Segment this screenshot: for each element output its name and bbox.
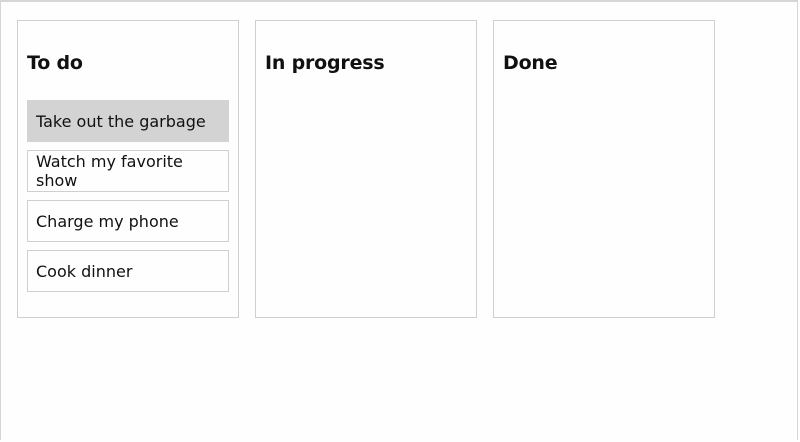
- card-list[interactable]: Take out the garbage Watch my favorite s…: [27, 100, 229, 292]
- column-title: Done: [503, 52, 558, 74]
- column-in-progress[interactable]: In progress: [255, 20, 477, 318]
- column-done[interactable]: Done: [493, 20, 715, 318]
- task-card[interactable]: Cook dinner: [27, 250, 229, 292]
- kanban-board: To do Take out the garbage Watch my favo…: [17, 20, 715, 318]
- task-card[interactable]: Watch my favorite show: [27, 150, 229, 192]
- task-card[interactable]: Charge my phone: [27, 200, 229, 242]
- column-title: To do: [27, 52, 83, 74]
- column-title: In progress: [265, 52, 385, 74]
- app-window: To do Take out the garbage Watch my favo…: [0, 0, 798, 440]
- column-to-do[interactable]: To do Take out the garbage Watch my favo…: [17, 20, 239, 318]
- task-card[interactable]: Take out the garbage: [27, 100, 229, 142]
